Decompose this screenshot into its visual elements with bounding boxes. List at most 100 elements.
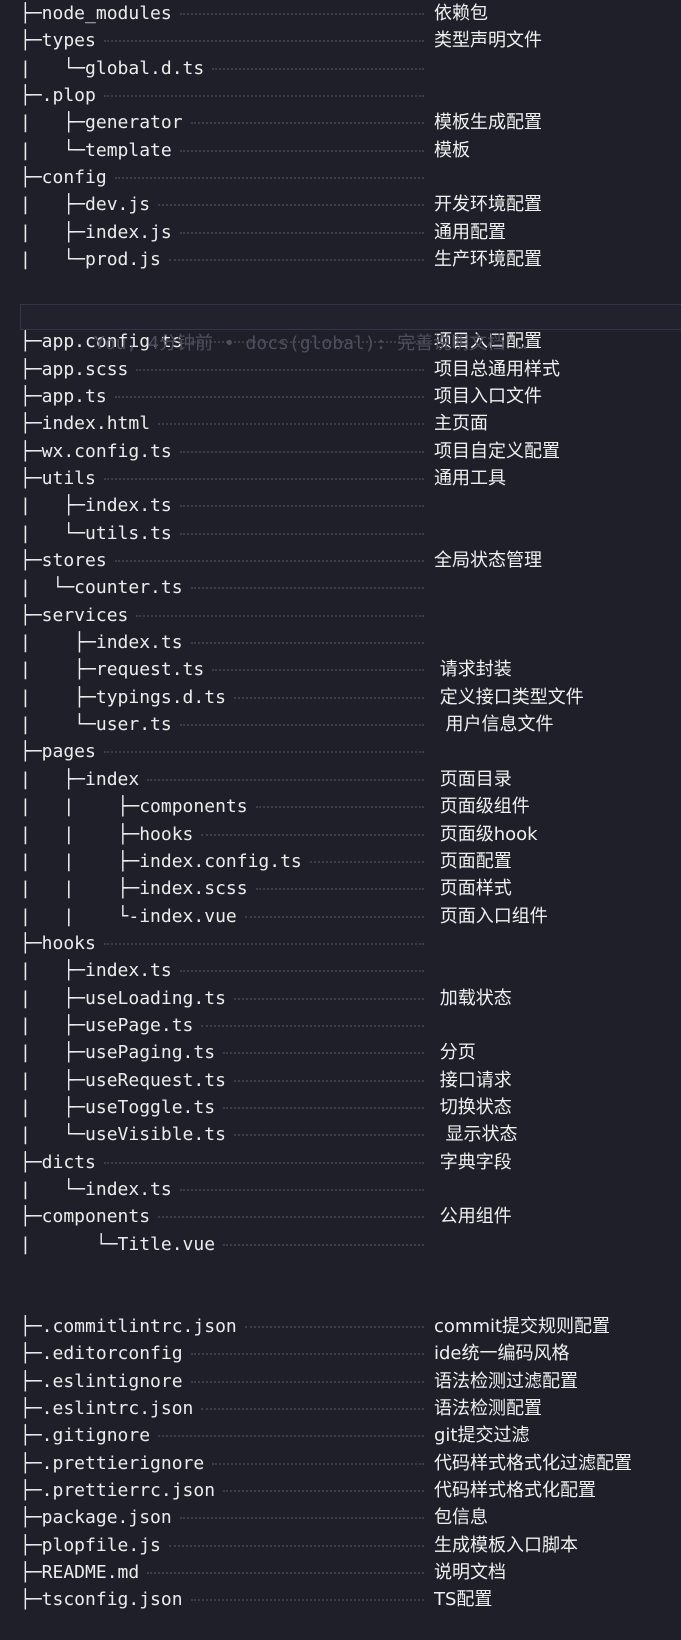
tree-line: | ├─useLoading.ts 加载状态 xyxy=(0,985,681,1012)
tree-entry[interactable]: ├─services xyxy=(20,602,128,629)
tree-line: ├─README.md 说明文档 xyxy=(0,1559,681,1586)
tree-entry[interactable]: | | ├─index.scss xyxy=(20,875,248,902)
tree-line: | ├─typings.d.ts 定义接口类型文件 xyxy=(0,684,681,711)
tree-comment: 页面配置 xyxy=(434,851,512,872)
whitespace-dots xyxy=(115,560,424,564)
whitespace-dots xyxy=(180,505,424,509)
tree-line: | | ├─index.config.ts 页面配置 xyxy=(0,848,681,875)
tree-entry[interactable]: | └─prod.js xyxy=(20,246,161,273)
tree-line: ├─stores 全局状态管理 xyxy=(0,547,681,574)
tree-entry[interactable]: | ├─index.js xyxy=(20,219,172,246)
tree-line: ├─components 公用组件 xyxy=(0,1203,681,1230)
tree-entry[interactable]: ├─types xyxy=(20,27,96,54)
tree-line: | ├─index.js 通用配置 xyxy=(0,219,681,246)
tree-comment: 公用组件 xyxy=(434,1206,512,1227)
tree-entry[interactable]: | ├─useLoading.ts xyxy=(20,985,226,1012)
tree-entry[interactable]: ├─node_modules xyxy=(20,0,172,27)
tree-entry[interactable]: | ├─dev.js xyxy=(20,191,150,218)
tree-comment: 代码样式格式化过滤配置 xyxy=(434,1453,632,1474)
whitespace-dots xyxy=(158,1216,424,1220)
tree-entry[interactable]: | ├─index.ts xyxy=(20,957,172,984)
whitespace-dots xyxy=(245,1326,424,1330)
tree-entry[interactable]: ├─index.html xyxy=(20,410,150,437)
tree-entry[interactable]: | └─utils.ts xyxy=(20,520,172,547)
tree-entry[interactable]: | ├─useRequest.ts xyxy=(20,1067,226,1094)
tree-entry[interactable]: ├─app.ts xyxy=(20,383,107,410)
tree-line: | └─counter.ts xyxy=(0,574,681,601)
tree-entry[interactable]: | ├─usePage.ts xyxy=(20,1012,193,1039)
tree-entry[interactable]: | | ├─hooks xyxy=(20,821,193,848)
tree-entry[interactable]: ├─.eslintrc.json xyxy=(20,1395,193,1422)
tree-entry[interactable]: | ├─useToggle.ts xyxy=(20,1094,215,1121)
tree-entry[interactable]: ├─hooks xyxy=(20,930,96,957)
tree-entry[interactable]: ├─.eslintignore xyxy=(20,1368,183,1395)
tree-entry[interactable]: | └─counter.ts xyxy=(20,574,183,601)
tree-entry[interactable]: ├─wx.config.ts xyxy=(20,438,172,465)
tree-entry[interactable]: ├─components xyxy=(20,1203,150,1230)
whitespace-dots xyxy=(136,369,424,373)
tree-entry[interactable]: | └─index.ts xyxy=(20,1176,172,1203)
whitespace-dots xyxy=(234,1080,424,1084)
tree-entry[interactable]: ├─stores xyxy=(20,547,107,574)
tree-entry[interactable]: | └─Title.vue xyxy=(20,1231,215,1258)
tree-comment: 切换状态 xyxy=(434,1097,512,1118)
tree-comment: 分页 xyxy=(434,1042,476,1063)
whitespace-dots xyxy=(180,232,424,236)
tree-line: ├─tsconfig.json TS配置 xyxy=(0,1586,681,1613)
tree-entry[interactable]: ├─plopfile.js xyxy=(20,1532,161,1559)
tree-entry[interactable]: ├─.prettierrc.json xyxy=(20,1477,215,1504)
tree-entry[interactable]: ├─README.md xyxy=(20,1559,139,1586)
tree-line: | ├─useRequest.ts 接口请求 xyxy=(0,1067,681,1094)
whitespace-dots xyxy=(158,204,424,208)
tree-entry[interactable]: | ├─usePaging.ts xyxy=(20,1039,215,1066)
tree-entry[interactable]: ├─utils xyxy=(20,465,96,492)
whitespace-dots xyxy=(234,998,424,1002)
tree-line: | └─global.d.ts xyxy=(0,55,681,82)
tree-comment: 模板生成配置 xyxy=(434,112,542,133)
whitespace-dots xyxy=(191,587,424,591)
tree-line: | ├─generator 模板生成配置 xyxy=(0,109,681,136)
tree-comment: 生成模板入口脚本 xyxy=(434,1535,578,1556)
tree-comment: 类型声明文件 xyxy=(434,30,542,51)
tree-entry[interactable]: ├─.plop xyxy=(20,82,96,109)
whitespace-dots xyxy=(104,40,424,44)
tree-line: | └─utils.ts xyxy=(0,520,681,547)
tree-comment: 主页面 xyxy=(434,413,488,434)
tree-entry[interactable]: | └─template xyxy=(20,137,172,164)
tree-entry[interactable]: ├─.editorconfig xyxy=(20,1340,183,1367)
tree-entry[interactable]: | └─useVisible.ts xyxy=(20,1121,226,1148)
tree-comment: 说明文档 xyxy=(434,1562,506,1583)
tree-entry[interactable]: | ├─request.ts xyxy=(20,656,204,683)
tree-entry[interactable]: | ├─typings.d.ts xyxy=(20,684,226,711)
tree-entry[interactable]: ├─.prettierignore xyxy=(20,1450,204,1477)
tree-entry[interactable]: | | ├─index.config.ts xyxy=(20,848,302,875)
tree-entry[interactable]: | ├─index xyxy=(20,766,139,793)
tree-entry[interactable]: | └─user.ts xyxy=(20,711,172,738)
tree-line: ├─config xyxy=(0,164,681,191)
tree-comment: 请求封装 xyxy=(434,659,512,680)
tree-comment: 通用工具 xyxy=(434,468,506,489)
tree-comment: 语法检测过滤配置 xyxy=(434,1371,578,1392)
tree-entry[interactable]: | | ├─components xyxy=(20,793,248,820)
tree-entry[interactable]: ├─.commitlintrc.json xyxy=(20,1313,237,1340)
tree-entry[interactable]: | ├─index.ts xyxy=(20,629,183,656)
tree-entry[interactable]: | ├─index.ts xyxy=(20,492,172,519)
tree-comment: 依赖包 xyxy=(434,3,488,24)
code-editor[interactable]: ├─node_modules 依赖包 ├─types 类型声明文件 | └─global… xyxy=(0,0,681,1640)
tree-comment: 页面级组件 xyxy=(434,796,530,817)
tree-entry[interactable]: | | └-index.vue xyxy=(20,903,237,930)
tree-entry[interactable]: ├─package.json xyxy=(20,1504,172,1531)
tree-entry[interactable]: | ├─generator xyxy=(20,109,183,136)
tree-comment: 定义接口类型文件 xyxy=(434,687,584,708)
whitespace-dots xyxy=(256,806,424,810)
tree-entry[interactable]: ├─dicts xyxy=(20,1149,96,1176)
tree-entry[interactable]: ├─tsconfig.json xyxy=(20,1586,183,1613)
tree-entry[interactable]: | └─global.d.ts xyxy=(20,55,204,82)
tree-comment: 开发环境配置 xyxy=(434,194,542,215)
tree-entry[interactable]: ├─.gitignore xyxy=(20,1422,150,1449)
whitespace-dots xyxy=(115,396,424,400)
whitespace-dots xyxy=(223,1052,424,1056)
tree-entry[interactable]: ├─config xyxy=(20,164,107,191)
tree-entry[interactable]: ├─pages xyxy=(20,738,96,765)
tree-line: ├─plopfile.js 生成模板入口脚本 xyxy=(0,1532,681,1559)
